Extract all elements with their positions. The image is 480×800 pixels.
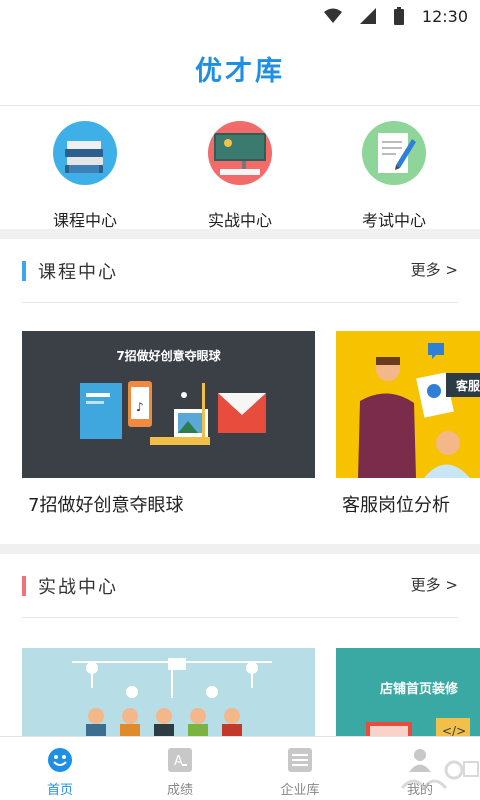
svg-text:A: A [174,754,183,769]
exam-icon [362,121,426,185]
company-icon [288,748,312,772]
app-title: 优才库 [195,56,285,87]
quick-nav: 课程中心 实战中心 考试中心 [0,107,480,230]
section-header-practice: 实战中心 更多 > [0,554,480,618]
tab-company[interactable]: 企业库 [240,737,360,800]
practice-card[interactable]: 店铺首页装修 </> [336,648,480,736]
more-link-practice[interactable]: 更多 > [411,574,458,595]
status-bar: 12:30 [0,0,480,32]
section-accent-bar [22,261,26,281]
section-gap [0,544,480,554]
practice-card[interactable] [22,648,315,736]
shop-decoration-illustration: 店铺首页装修 </> [336,648,480,736]
course-card-title: 客服岗位分析 [342,495,450,516]
quick-nav-exam-center[interactable]: 考试中心 [334,119,454,230]
quick-nav-practice-center[interactable]: 实战中心 [180,119,300,230]
battery-icon [393,7,404,25]
quick-nav-label: 实战中心 [207,211,272,230]
team-meeting-illustration [22,648,315,736]
tab-label: 企业库 [280,783,320,798]
practice-carousel[interactable]: 店铺首页装修 </> [0,618,480,736]
tab-label: 首页 [46,783,73,798]
section-gap [0,229,480,239]
course-card[interactable]: 7招做好创意夺眼球 ♪ 7招做好创意夺眼球 [22,331,315,531]
signal-icon [359,8,376,24]
board-icon [208,121,272,185]
tab-grades[interactable]: A 成绩 [120,737,240,800]
status-time: 12:30 [421,6,468,26]
creative-design-illustration: 7招做好创意夺眼球 ♪ [22,331,315,478]
more-link-courses[interactable]: 更多 > [411,259,458,280]
section-title: 课程中心 [38,262,118,283]
grade-icon: A [168,748,192,772]
quick-nav-course-center[interactable]: 课程中心 [25,119,145,230]
course-card[interactable]: 客服 客服岗位分析 [336,331,480,531]
section-header-courses: 课程中心 更多 > [0,239,480,303]
quick-nav-label: 课程中心 [52,211,117,230]
quick-nav-label: 考试中心 [361,211,426,230]
home-smile-icon [48,748,72,772]
course-card-title: 7招做好创意夺眼球 [28,495,184,516]
svg-text:♪: ♪ [136,400,144,414]
watermark-logo [400,760,479,791]
app-header: 优才库 [0,32,480,106]
tab-label: 成绩 [166,783,193,798]
wifi-icon [323,8,342,23]
section-accent-bar [22,576,26,596]
card-image-caption: 客服 [456,379,480,393]
books-icon [53,121,117,185]
section-title: 实战中心 [38,577,118,598]
course-carousel[interactable]: 7招做好创意夺眼球 ♪ 7招做好创意夺眼球 客服 客服岗位分析 [0,303,480,544]
tab-home[interactable]: 首页 [0,737,120,800]
customer-service-illustration: 客服 [336,331,480,478]
svg-text:</>: </> [442,724,466,736]
